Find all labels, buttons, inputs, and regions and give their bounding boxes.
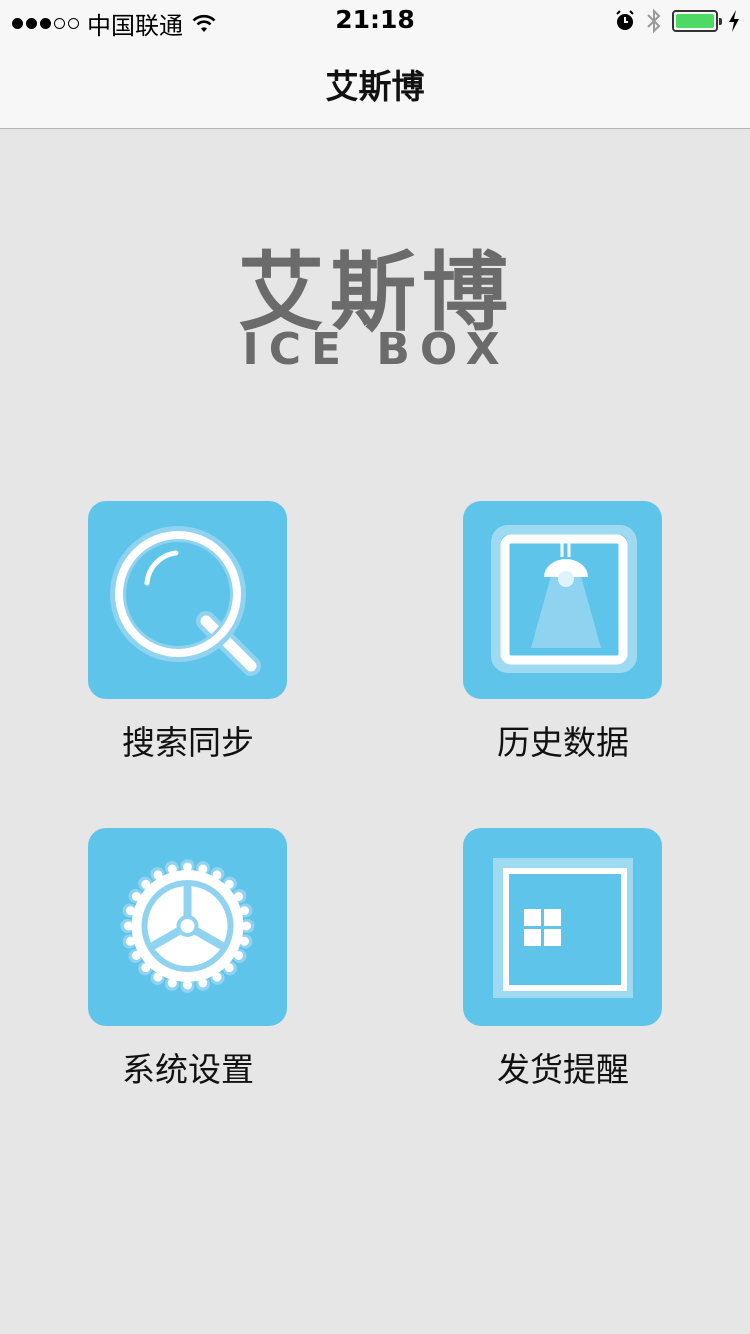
search-sync-button[interactable] (88, 501, 287, 699)
system-settings-label: 系统设置 (122, 1050, 254, 1089)
brand-logo: 艾斯博 ICE BOX (228, 250, 524, 376)
status-bar: 中国联通 21:18 (0, 0, 750, 40)
battery-icon (672, 10, 722, 32)
bluetooth-icon (647, 8, 661, 34)
logo-english-text: ICE BOX (242, 324, 510, 375)
window-frame-icon (493, 858, 633, 998)
shipping-reminder-button[interactable] (463, 828, 662, 1026)
lamp-frame-icon (491, 525, 637, 673)
history-data-label: 历史数据 (497, 723, 629, 762)
magnifier-icon (110, 526, 261, 676)
system-settings-button[interactable] (88, 828, 287, 1026)
gear-icon (120, 859, 255, 993)
status-icons (614, 8, 740, 34)
battery-level (676, 14, 714, 28)
page-title: 艾斯博 (325, 67, 425, 106)
shipping-reminder-label: 发货提醒 (497, 1050, 629, 1089)
alarm-icon (616, 10, 634, 30)
search-sync-label: 搜索同步 (122, 723, 254, 762)
navigation-bar: 艾斯博 (0, 40, 750, 129)
history-data-button[interactable] (463, 501, 662, 699)
charging-icon (729, 10, 739, 32)
